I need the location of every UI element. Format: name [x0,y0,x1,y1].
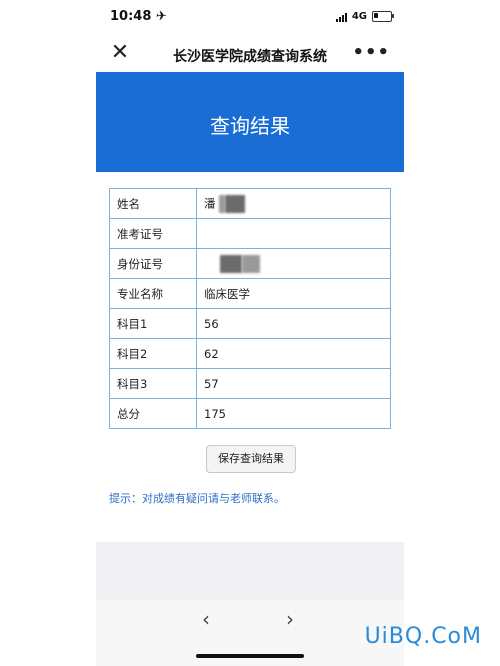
row-value [196,248,391,279]
save-result-button[interactable]: 保存查询结果 [206,445,296,473]
result-table: 姓名 潘 准考证号 身份证号 专业名称 临床医学 科目1 56 科目2 62 科… [109,188,391,429]
result-banner: 查询结果 [96,72,404,172]
table-row: 科目2 62 [109,338,391,369]
row-value: 175 [196,398,391,429]
row-label: 专业名称 [109,278,197,309]
row-value [196,218,391,249]
page-title: 长沙医学院成绩查询系统 [173,49,327,65]
row-value: 56 [196,308,391,339]
row-label: 准考证号 [109,218,197,249]
row-value: 57 [196,368,391,399]
table-row: 姓名 潘 [109,188,391,219]
row-label: 总分 [109,398,197,429]
row-value: 临床医学 [196,278,391,309]
redaction-mask [220,254,260,273]
row-label: 科目1 [109,308,197,339]
row-label: 身份证号 [109,248,197,279]
name-value: 潘 [204,196,216,210]
network-label: 4G [351,11,367,22]
browser-toolbar: ‹ › [96,600,404,666]
close-icon[interactable]: ✕ [110,42,130,64]
more-icon[interactable]: ••• [352,43,390,63]
table-row: 科目3 57 [109,368,391,399]
page-bottom-area [96,542,404,600]
redaction-mask [219,194,246,213]
row-label: 姓名 [109,188,197,219]
home-indicator[interactable] [196,654,304,658]
row-value: 62 [196,338,391,369]
table-row: 总分 175 [109,398,391,429]
signal-icon [335,12,347,22]
row-label: 科目2 [109,338,197,369]
forward-arrow-icon[interactable]: › [286,607,294,631]
table-row: 科目1 56 [109,308,391,339]
status-indicators: 4G [335,11,394,22]
status-bar: 10:48 ✈ 4G [96,0,404,36]
table-row: 专业名称 临床医学 [109,278,391,309]
banner-title: 查询结果 [210,114,290,138]
hint-text: 提示：对成绩有疑问请与老师联系。 [109,492,285,505]
phone-screen: 10:48 ✈ 4G ✕ 长沙医学院成绩查询系统 ••• 查询结果 姓名 潘 准… [96,0,404,666]
row-value: 潘 [196,188,391,219]
watermark: UiBQ.CoM [364,624,482,649]
row-label: 科目3 [109,368,197,399]
battery-icon [372,11,394,22]
nav-bar: ✕ 长沙医学院成绩查询系统 ••• [96,36,404,74]
back-arrow-icon[interactable]: ‹ [202,607,210,631]
status-time: 10:48 ✈ [110,9,167,24]
table-row: 准考证号 [109,218,391,249]
table-row: 身份证号 [109,248,391,279]
